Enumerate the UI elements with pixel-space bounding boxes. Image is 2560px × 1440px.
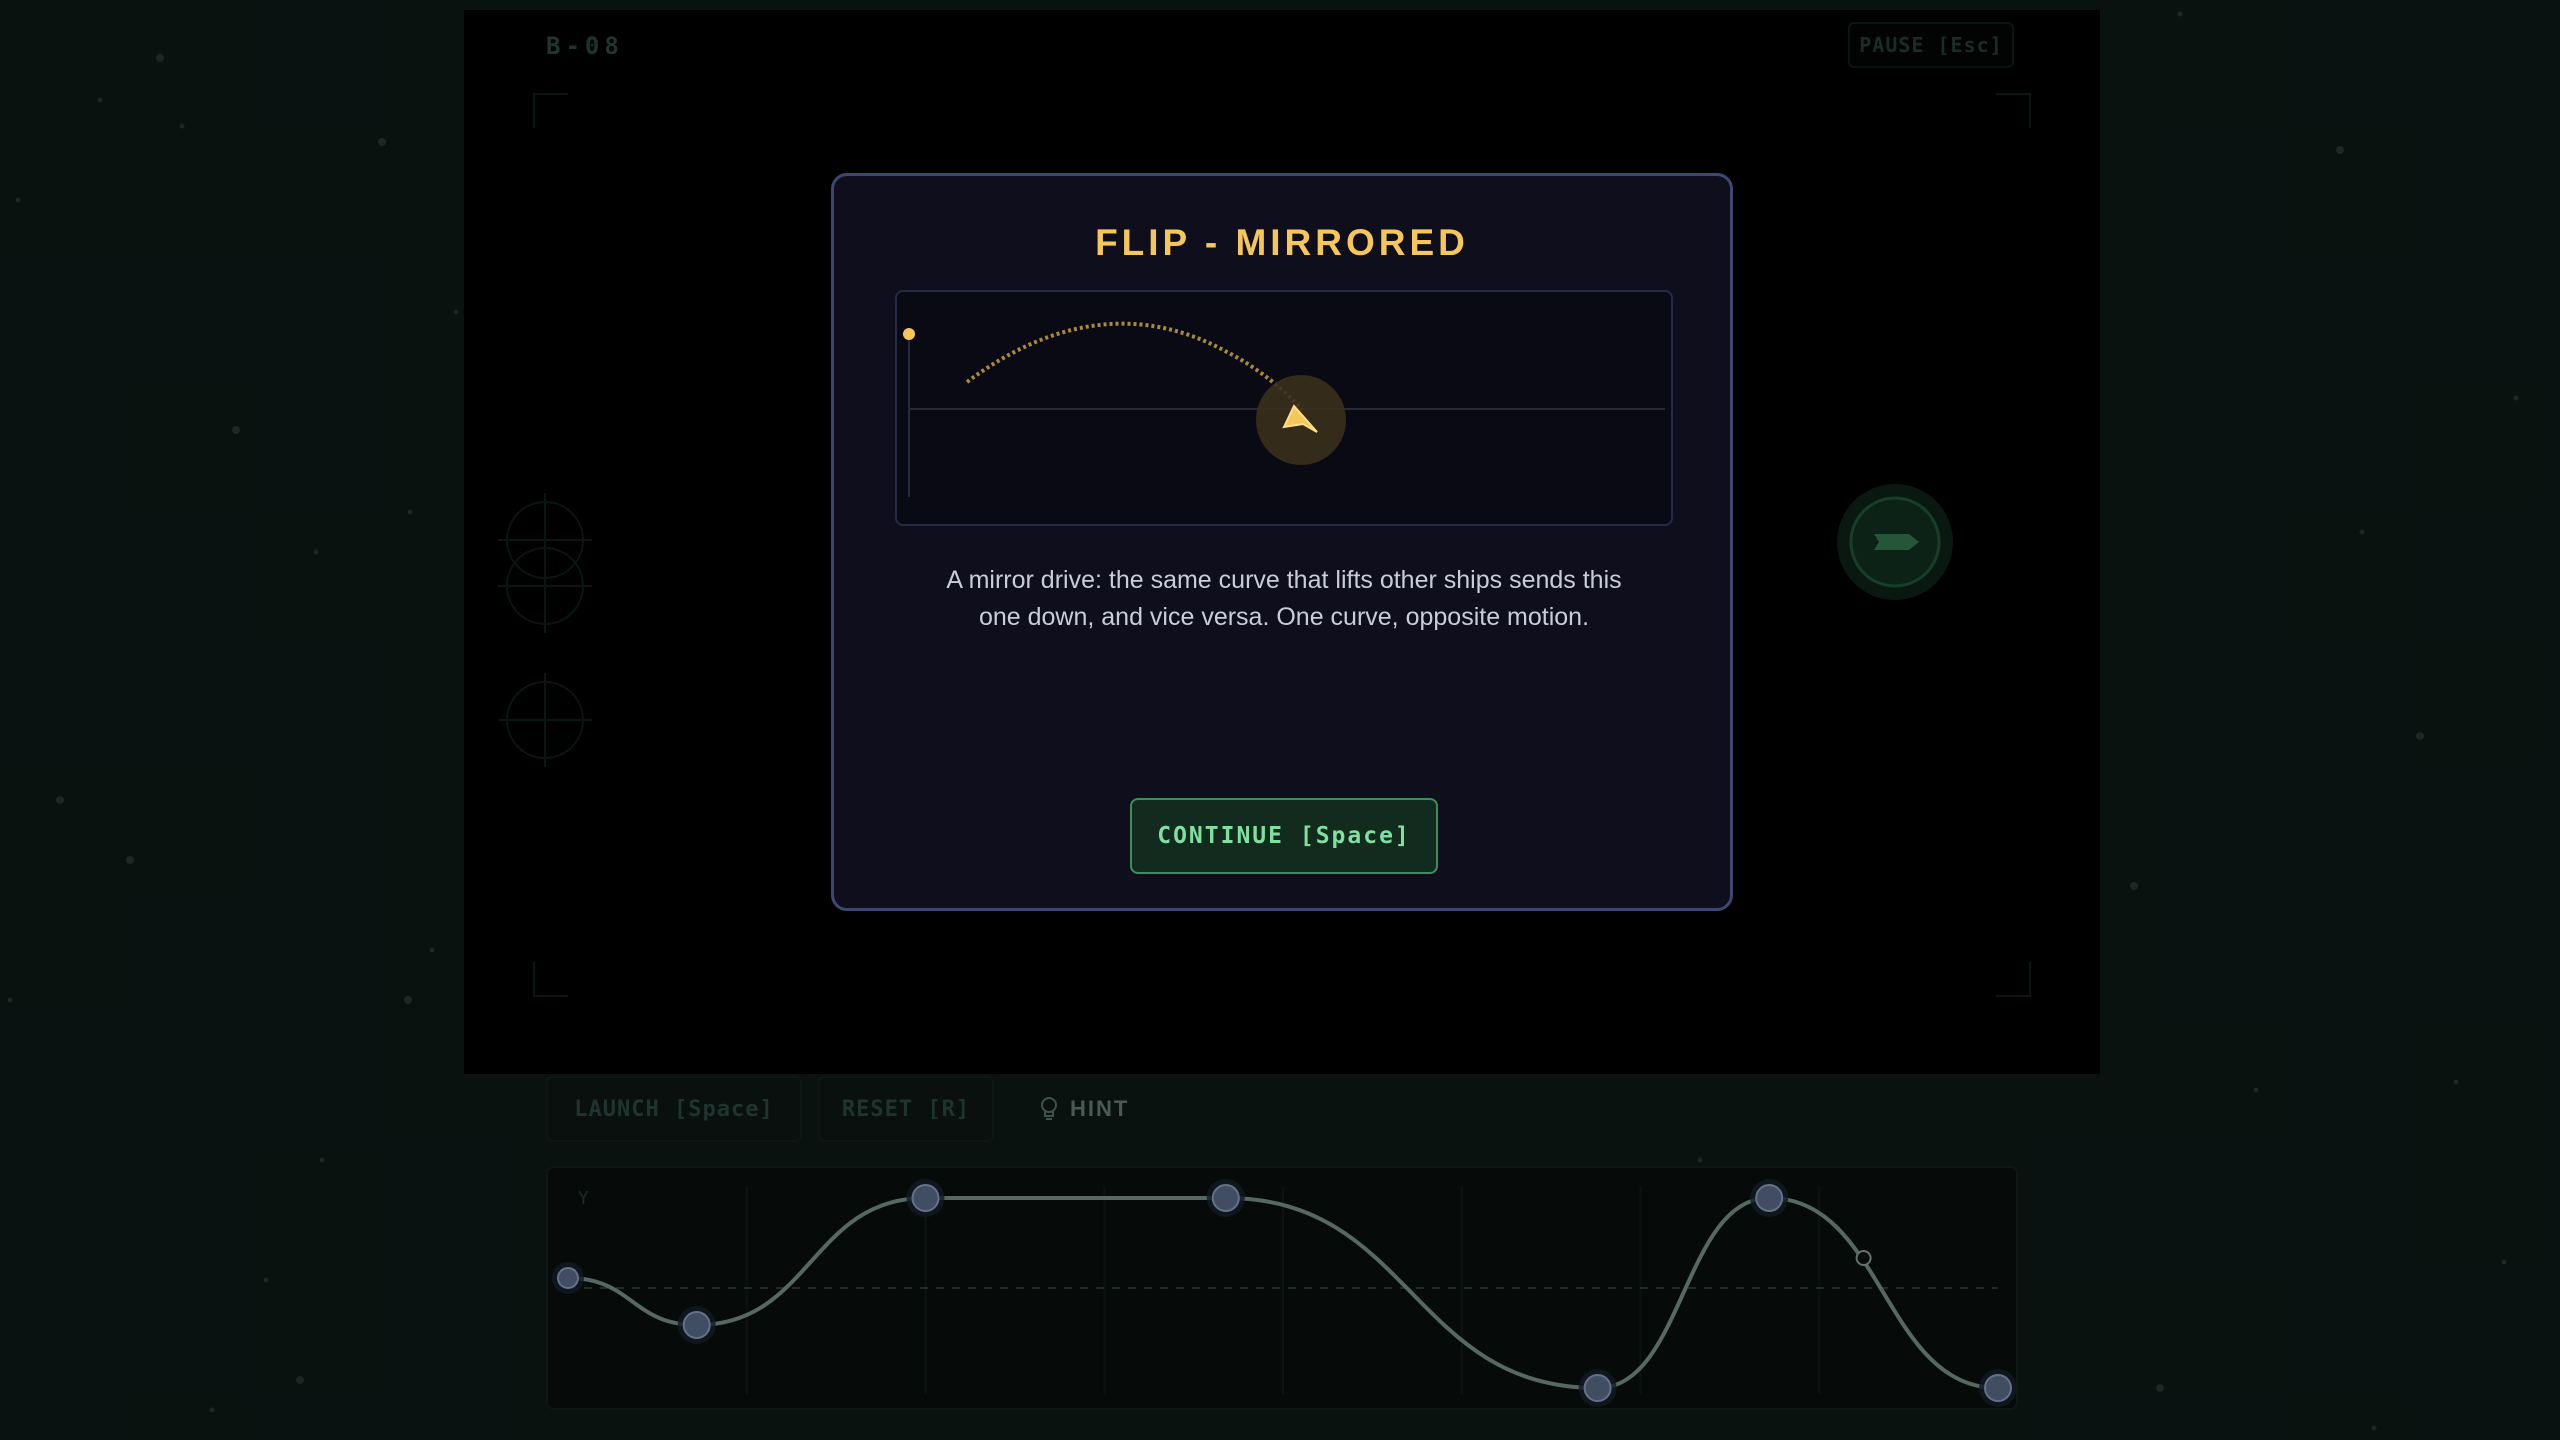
description-line-2: one down, and vice versa. One curve, opp… bbox=[978, 603, 1590, 631]
modal-description: A mirror drive: the same curve that lift… bbox=[934, 562, 1634, 636]
modal-title: FLIP - MIRRORED bbox=[1095, 222, 1469, 263]
preview-animation bbox=[903, 321, 1665, 497]
preview-origin-dot bbox=[903, 328, 915, 340]
ship-preview bbox=[895, 290, 1673, 526]
continue-button[interactable]: CONTINUE [Space] bbox=[1130, 798, 1438, 874]
info-modal: FLIP - MIRRORED A mirror drive: the same… bbox=[831, 173, 1733, 911]
description-line-1: A mirror drive: the same curve that lift… bbox=[946, 566, 1622, 594]
preview-trajectory bbox=[965, 321, 1304, 412]
mirrored-ship-icon bbox=[1256, 375, 1346, 465]
